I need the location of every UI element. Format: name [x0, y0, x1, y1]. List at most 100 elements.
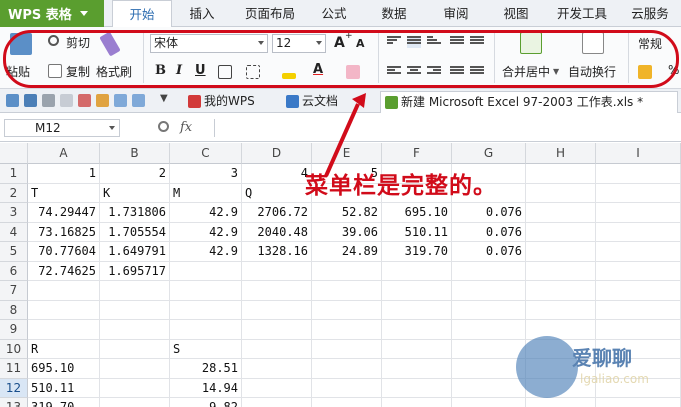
table-cell[interactable]: 52.82 — [312, 203, 382, 223]
grid-cell[interactable] — [242, 378, 312, 398]
grid-cell[interactable] — [382, 261, 452, 281]
table-cell[interactable]: 14.94 — [170, 378, 242, 398]
table-cell[interactable]: 74.29447 — [28, 203, 100, 223]
table-cell[interactable]: 2 — [100, 164, 170, 184]
grid-cell[interactable] — [382, 398, 452, 407]
grid-cell[interactable] — [312, 281, 382, 301]
redo-icon[interactable] — [132, 94, 145, 107]
align-right-icon[interactable] — [427, 66, 441, 78]
grid-cell[interactable] — [170, 320, 242, 340]
formula-input[interactable] — [214, 119, 677, 137]
table-cell[interactable]: 0.076 — [452, 203, 526, 223]
table-cell[interactable]: 1.731806 — [100, 203, 170, 223]
grid-cell[interactable] — [526, 300, 596, 320]
copy-button[interactable]: 复制 — [66, 63, 90, 80]
table-cell[interactable]: 1.705554 — [100, 222, 170, 242]
undo-icon[interactable] — [114, 94, 127, 107]
tab-developer[interactable]: 开发工具 — [552, 0, 612, 27]
align-left-icon[interactable] — [387, 66, 401, 78]
table-cell[interactable]: 319.70 — [382, 242, 452, 262]
table-cell[interactable]: 510.11 — [382, 222, 452, 242]
grid-cell[interactable] — [312, 261, 382, 281]
column-header[interactable]: E — [312, 143, 382, 164]
grid-cell[interactable] — [596, 203, 681, 223]
table-cell[interactable]: 0.076 — [452, 242, 526, 262]
column-header[interactable]: B — [100, 143, 170, 164]
grid-cell[interactable] — [526, 261, 596, 281]
grid-cell[interactable] — [100, 300, 170, 320]
zoom-icon[interactable] — [158, 121, 169, 132]
tab-home[interactable]: 开始 — [112, 0, 172, 28]
increase-font-button[interactable]: A — [334, 35, 345, 51]
grid-cell[interactable] — [452, 300, 526, 320]
grid-cell[interactable] — [312, 320, 382, 340]
grid-cell[interactable] — [382, 339, 452, 359]
table-cell[interactable]: 0.076 — [452, 222, 526, 242]
font-size-select[interactable]: 12 — [272, 34, 326, 53]
app-menu-button[interactable]: WPS 表格 — [0, 0, 104, 27]
table-cell[interactable]: K — [100, 183, 170, 203]
justify-icon[interactable] — [450, 66, 464, 78]
row-header[interactable]: 12 — [0, 378, 28, 398]
table-cell[interactable]: Q — [242, 183, 312, 203]
grid-cell[interactable] — [100, 359, 170, 379]
grid-cell[interactable] — [526, 183, 596, 203]
row-header[interactable]: 7 — [0, 281, 28, 301]
grid-cell[interactable] — [170, 300, 242, 320]
currency-icon[interactable] — [638, 65, 652, 79]
merge-center-button[interactable]: 合并居中 — [502, 63, 550, 80]
tab-view[interactable]: 视图 — [494, 0, 538, 27]
table-cell[interactable]: 9.82 — [170, 398, 242, 407]
distributed-align-icon[interactable] — [470, 66, 484, 78]
fill-color-icon[interactable] — [282, 73, 296, 79]
table-cell[interactable]: 2706.72 — [242, 203, 312, 223]
row-header[interactable]: 6 — [0, 261, 28, 281]
row-header[interactable]: 5 — [0, 242, 28, 262]
grid-cell[interactable] — [28, 300, 100, 320]
column-header[interactable]: D — [242, 143, 312, 164]
grid-cell[interactable] — [526, 242, 596, 262]
grid-cell[interactable] — [596, 281, 681, 301]
align-middle-icon[interactable] — [407, 36, 421, 48]
grid-cell[interactable] — [312, 359, 382, 379]
column-header[interactable]: C — [170, 143, 242, 164]
italic-button[interactable]: I — [176, 63, 182, 78]
font-name-select[interactable]: 宋体 — [150, 34, 268, 53]
tab-cloud-docs[interactable]: 云文档 — [282, 91, 374, 113]
spellcheck-icon[interactable] — [96, 94, 109, 107]
grid-cell[interactable] — [28, 281, 100, 301]
grid-cell[interactable] — [170, 261, 242, 281]
format-painter-icon[interactable] — [99, 31, 121, 57]
wrap-text-button[interactable]: 自动换行 — [568, 63, 616, 80]
align-center-icon[interactable] — [407, 66, 421, 78]
grid-cell[interactable] — [526, 164, 596, 184]
grid-cell[interactable] — [382, 378, 452, 398]
indent-increase-icon[interactable] — [470, 36, 484, 48]
grid-cell[interactable] — [100, 281, 170, 301]
grid-cell[interactable] — [242, 339, 312, 359]
select-all-corner[interactable] — [0, 143, 28, 164]
table-cell[interactable]: S — [170, 339, 242, 359]
grid-cell[interactable] — [382, 300, 452, 320]
align-top-icon[interactable] — [387, 36, 401, 48]
table-cell[interactable]: 695.10 — [28, 359, 100, 379]
grid-cell[interactable] — [526, 222, 596, 242]
row-header[interactable]: 10 — [0, 339, 28, 359]
grid-cell[interactable] — [100, 378, 170, 398]
grid-cell[interactable] — [596, 242, 681, 262]
table-cell[interactable]: 28.51 — [170, 359, 242, 379]
table-cell[interactable]: 39.06 — [312, 222, 382, 242]
table-cell[interactable]: 4 — [242, 164, 312, 184]
table-cell[interactable]: 42.9 — [170, 203, 242, 223]
grid-cell[interactable] — [100, 339, 170, 359]
chevron-down-icon[interactable]: ▼ — [160, 93, 168, 104]
number-format-select[interactable]: 常规 — [638, 35, 662, 52]
grid-cell[interactable] — [312, 378, 382, 398]
grid-cell[interactable] — [526, 203, 596, 223]
grid-cell[interactable] — [242, 300, 312, 320]
tab-data[interactable]: 数据 — [372, 0, 416, 27]
export-pdf-icon[interactable] — [78, 94, 91, 107]
grid-cell[interactable] — [526, 281, 596, 301]
grid-cell[interactable] — [452, 261, 526, 281]
new-file-icon[interactable] — [6, 94, 19, 107]
